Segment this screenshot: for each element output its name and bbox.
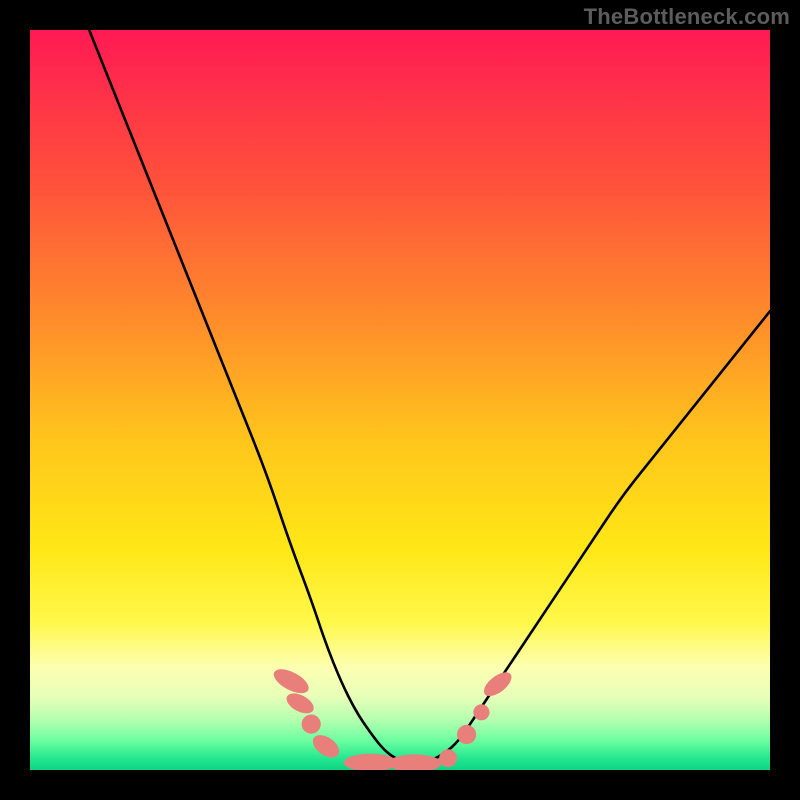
marker-dot (439, 749, 457, 767)
marker-dot (457, 725, 476, 744)
marker-dot (473, 704, 489, 720)
plot-area (30, 30, 770, 770)
marker-oblong (309, 731, 343, 763)
stage: TheBottleneck.com (0, 0, 800, 800)
curve-markers (270, 664, 515, 770)
marker-oblong (283, 689, 317, 717)
watermark-text: TheBottleneck.com (584, 4, 790, 30)
marker-oblong (480, 668, 516, 701)
marker-oblong (270, 664, 312, 698)
marker-oblong (388, 754, 441, 770)
bottleneck-curve (89, 30, 770, 762)
marker-dot (302, 715, 321, 734)
chart-svg (30, 30, 770, 770)
